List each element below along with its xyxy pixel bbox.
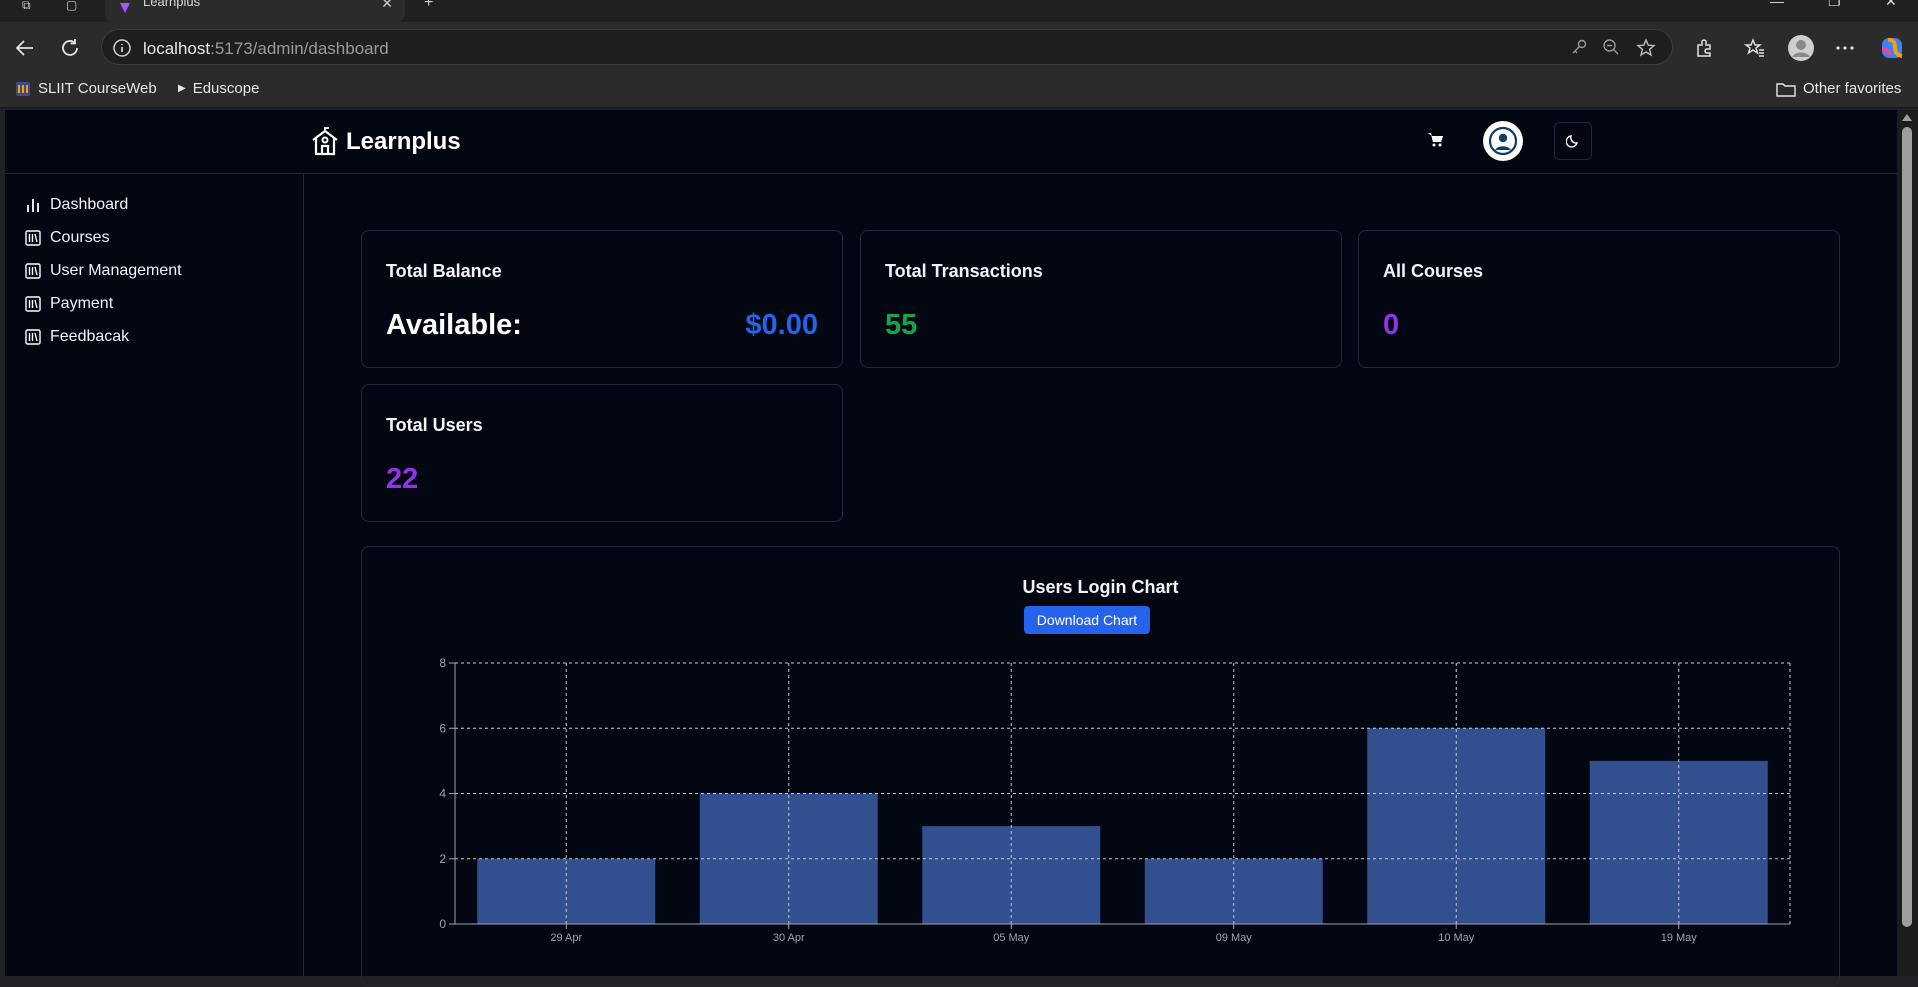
reload-icon[interactable]: [54, 32, 86, 64]
extensions-icon[interactable]: [1689, 32, 1721, 64]
library-icon: [25, 263, 41, 279]
tab-actions-icon[interactable]: ▢: [66, 0, 77, 11]
top-navbar: Learnplus: [5, 110, 1897, 174]
bookmark-eduscope[interactable]: ▶ Eduscope: [178, 80, 259, 97]
copilot-icon[interactable]: [1876, 32, 1908, 64]
sidebar-item-dashboard[interactable]: Dashboard: [25, 196, 128, 214]
school-icon: [312, 127, 338, 156]
x-tick-label: 30 Apr: [773, 932, 805, 944]
sidebar-item-courses[interactable]: Courses: [25, 229, 110, 247]
users-value: 22: [386, 463, 419, 495]
key-icon[interactable]: [1570, 38, 1588, 56]
card-all-courses: All Courses 0: [1358, 230, 1840, 368]
avatar[interactable]: [1483, 121, 1523, 161]
folder-icon: [1776, 82, 1796, 97]
x-tick-label: 29 Apr: [550, 932, 582, 944]
scroll-up-icon[interactable]: [1902, 114, 1912, 121]
y-tick-label: 0: [439, 917, 446, 931]
cart-icon[interactable]: [1424, 128, 1448, 152]
users-login-chart: 0 2 4 6 8 29 Apr 30 Apr 05 May 09 May 10 May 19 Ma…: [439, 656, 1791, 944]
favorites-icon[interactable]: [1739, 32, 1771, 64]
scrollbar-thumb[interactable]: [1902, 127, 1912, 927]
moon-icon: [1566, 135, 1578, 148]
back-icon[interactable]: [9, 32, 41, 64]
minimize-icon[interactable]: —: [1770, 0, 1784, 8]
card-title: All Courses: [1383, 261, 1484, 281]
profile-icon[interactable]: [1785, 32, 1817, 64]
card-total-balance: Total Balance Available: $0.00: [361, 230, 843, 368]
bookmarks-bar: SLIIT CourseWeb ▶ Eduscope Other favorit…: [0, 74, 1918, 108]
play-arrow-icon: ▶: [178, 83, 186, 94]
app-root: Learnplus Dashboard Courses User Managem…: [5, 110, 1897, 986]
library-icon: [25, 296, 41, 312]
bookmark-sliit-courseweb[interactable]: SLIIT CourseWeb: [15, 80, 157, 97]
tab-close-icon[interactable]: ✕: [381, 0, 393, 10]
more-options-icon[interactable]: [1829, 32, 1861, 64]
card-title: Total Users: [386, 415, 483, 435]
transactions-value: 55: [885, 309, 918, 341]
card-total-users: Total Users 22: [361, 384, 843, 522]
favorite-star-icon[interactable]: [1636, 38, 1656, 58]
sidebar: Dashboard Courses User Management Paymen…: [5, 174, 304, 976]
x-tick-label: 09 May: [1216, 932, 1253, 944]
bar-chart-icon: [27, 199, 39, 212]
library-icon: [25, 329, 41, 345]
balance-value: $0.00: [745, 309, 818, 341]
library-icon: [25, 230, 41, 246]
chart-card: Users Login Chart Download Chart 0 2 4 6 8 29…: [361, 546, 1840, 986]
page-scrollbar[interactable]: [1897, 110, 1918, 976]
theme-toggle-button[interactable]: [1554, 122, 1592, 160]
sidebar-item-user-management[interactable]: User Management: [25, 262, 182, 280]
zoom-out-icon[interactable]: [1602, 38, 1620, 56]
x-tick-label: 19 May: [1661, 932, 1698, 944]
x-tick-label: 05 May: [993, 932, 1030, 944]
x-tick-label: 10 May: [1438, 932, 1475, 944]
card-title: Total Balance: [386, 261, 502, 281]
other-favorites[interactable]: Other favorites: [1776, 80, 1901, 97]
card-title: Total Transactions: [885, 261, 1043, 281]
url-text[interactable]: localhost:5173/admin/dashboard: [143, 39, 389, 59]
close-window-icon[interactable]: ✕: [1885, 0, 1897, 8]
logo-text: Learnplus: [346, 128, 461, 155]
sidebar-item-payment[interactable]: Payment: [25, 295, 113, 313]
browser-toolbar: localhost:5173/admin/dashboard: [0, 22, 1918, 74]
new-tab-icon[interactable]: +: [424, 0, 433, 11]
workspaces-icon[interactable]: ⧉: [22, 0, 31, 11]
sidebar-item-feedback[interactable]: Feedbacak: [25, 328, 129, 346]
vite-favicon-icon: [120, 3, 130, 13]
y-tick-label: 4: [439, 787, 446, 801]
logo[interactable]: Learnplus: [310, 127, 461, 157]
sliit-favicon-icon: [16, 81, 30, 96]
restore-icon[interactable]: ❐: [1828, 0, 1841, 8]
card-total-transactions: Total Transactions 55: [860, 230, 1342, 368]
browser-tab[interactable]: Learnplus ✕: [105, 0, 405, 22]
y-tick-label: 6: [439, 721, 446, 735]
address-bar[interactable]: localhost:5173/admin/dashboard: [101, 29, 1673, 65]
available-label: Available:: [386, 309, 522, 341]
courses-value: 0: [1383, 309, 1400, 341]
site-info-icon[interactable]: [112, 38, 132, 58]
y-tick-label: 8: [439, 656, 446, 670]
tab-title: Learnplus: [143, 0, 201, 9]
user-avatar-icon: [1488, 126, 1518, 156]
y-tick-label: 2: [439, 852, 446, 866]
browser-tab-strip: ⧉ ▢ Learnplus ✕ + — ❐ ✕: [0, 0, 1918, 22]
